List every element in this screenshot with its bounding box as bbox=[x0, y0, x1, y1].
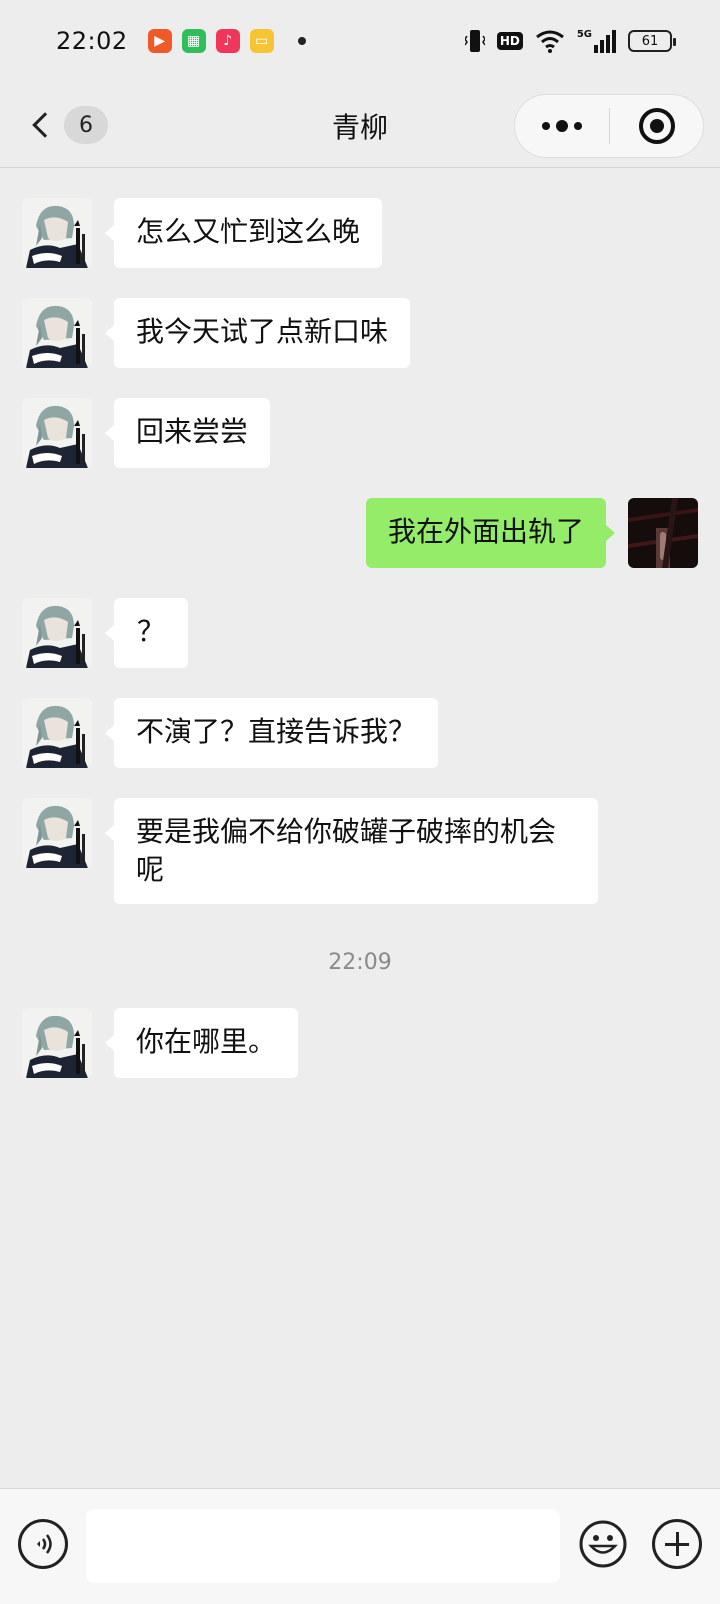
message-bubble[interactable]: ？ bbox=[105, 598, 188, 668]
message-row: 你在哪里。 bbox=[22, 1008, 299, 1078]
message-row: ？ bbox=[22, 598, 188, 668]
more-button[interactable] bbox=[515, 95, 609, 157]
character-avatar-icon bbox=[22, 698, 92, 768]
music-app-icon: ♪ bbox=[215, 29, 240, 53]
message-row: 怎么又忙到这么晚 bbox=[22, 198, 383, 268]
avatar[interactable] bbox=[22, 398, 92, 468]
message-row: 不演了？直接告诉我？ bbox=[22, 698, 439, 768]
target-icon bbox=[638, 108, 675, 144]
avatar[interactable] bbox=[22, 598, 92, 668]
hd-icon: HD bbox=[496, 32, 523, 50]
avatar[interactable] bbox=[22, 198, 92, 268]
wifi-icon bbox=[535, 30, 564, 53]
close-button[interactable] bbox=[610, 95, 703, 157]
message-row: 回来尝尝 bbox=[22, 398, 271, 468]
voice-button[interactable] bbox=[18, 1519, 68, 1569]
message-bubble[interactable]: 我在外面出轨了 bbox=[365, 498, 616, 568]
calculator-app-icon: ▦ bbox=[181, 29, 206, 53]
message-bubble[interactable]: 怎么又忙到这么晚 bbox=[104, 198, 383, 268]
character-avatar-icon bbox=[22, 298, 92, 368]
mini-program-capsule bbox=[514, 94, 704, 158]
character-avatar-icon bbox=[22, 398, 92, 468]
avatar[interactable] bbox=[22, 698, 92, 768]
message-bubble[interactable]: 不演了？直接告诉我？ bbox=[104, 698, 439, 768]
character-avatar-icon bbox=[22, 798, 92, 868]
message-row: 要是我偏不给你破罐子破摔的机会呢 bbox=[22, 798, 598, 904]
message-bubble[interactable]: 我今天试了点新口味 bbox=[104, 298, 411, 368]
status-bar: 22:02 ▶ ▦ ♪ ▭ HD 5G 61 bbox=[0, 0, 720, 82]
notification-icons: ▶ ▦ ♪ ▭ bbox=[147, 29, 306, 53]
avatar[interactable] bbox=[22, 798, 92, 868]
battery-level: 61 bbox=[641, 33, 659, 49]
character-avatar-icon bbox=[22, 1008, 92, 1078]
more-functions-button[interactable] bbox=[652, 1519, 702, 1569]
message-bubble[interactable]: 你在哪里。 bbox=[104, 1008, 299, 1078]
user-avatar-icon bbox=[628, 498, 698, 568]
message-row: 我今天试了点新口味 bbox=[22, 298, 411, 368]
chat-header: 6 青柳 bbox=[0, 82, 720, 168]
more-notifications-dot bbox=[297, 37, 306, 45]
message-input[interactable] bbox=[86, 1509, 560, 1583]
input-bar bbox=[0, 1488, 720, 1604]
emoji-button[interactable] bbox=[578, 1519, 628, 1569]
video-app-icon: ▶ bbox=[147, 29, 172, 53]
notes-app-icon: ▭ bbox=[249, 29, 274, 53]
more-dots-icon bbox=[542, 122, 550, 130]
avatar[interactable] bbox=[628, 498, 698, 568]
voice-icon bbox=[37, 1534, 52, 1554]
avatar[interactable] bbox=[22, 1008, 92, 1078]
status-time: 22:02 bbox=[56, 27, 128, 55]
network-type-label: 5G bbox=[576, 29, 592, 40]
emoji-icon bbox=[579, 1520, 627, 1568]
signal-icon: 5G bbox=[577, 29, 616, 53]
message-bubble[interactable]: 要是我偏不给你破罐子破摔的机会呢 bbox=[105, 798, 598, 904]
vibrate-icon bbox=[464, 30, 485, 52]
message-timestamp: 22:09 bbox=[328, 950, 392, 975]
message-bubble[interactable]: 回来尝尝 bbox=[104, 398, 271, 468]
avatar[interactable] bbox=[22, 298, 92, 368]
character-avatar-icon bbox=[22, 198, 92, 268]
message-row: 我在外面出轨了 bbox=[365, 498, 698, 568]
battery-icon: 61 bbox=[628, 30, 676, 52]
character-avatar-icon bbox=[22, 598, 92, 668]
